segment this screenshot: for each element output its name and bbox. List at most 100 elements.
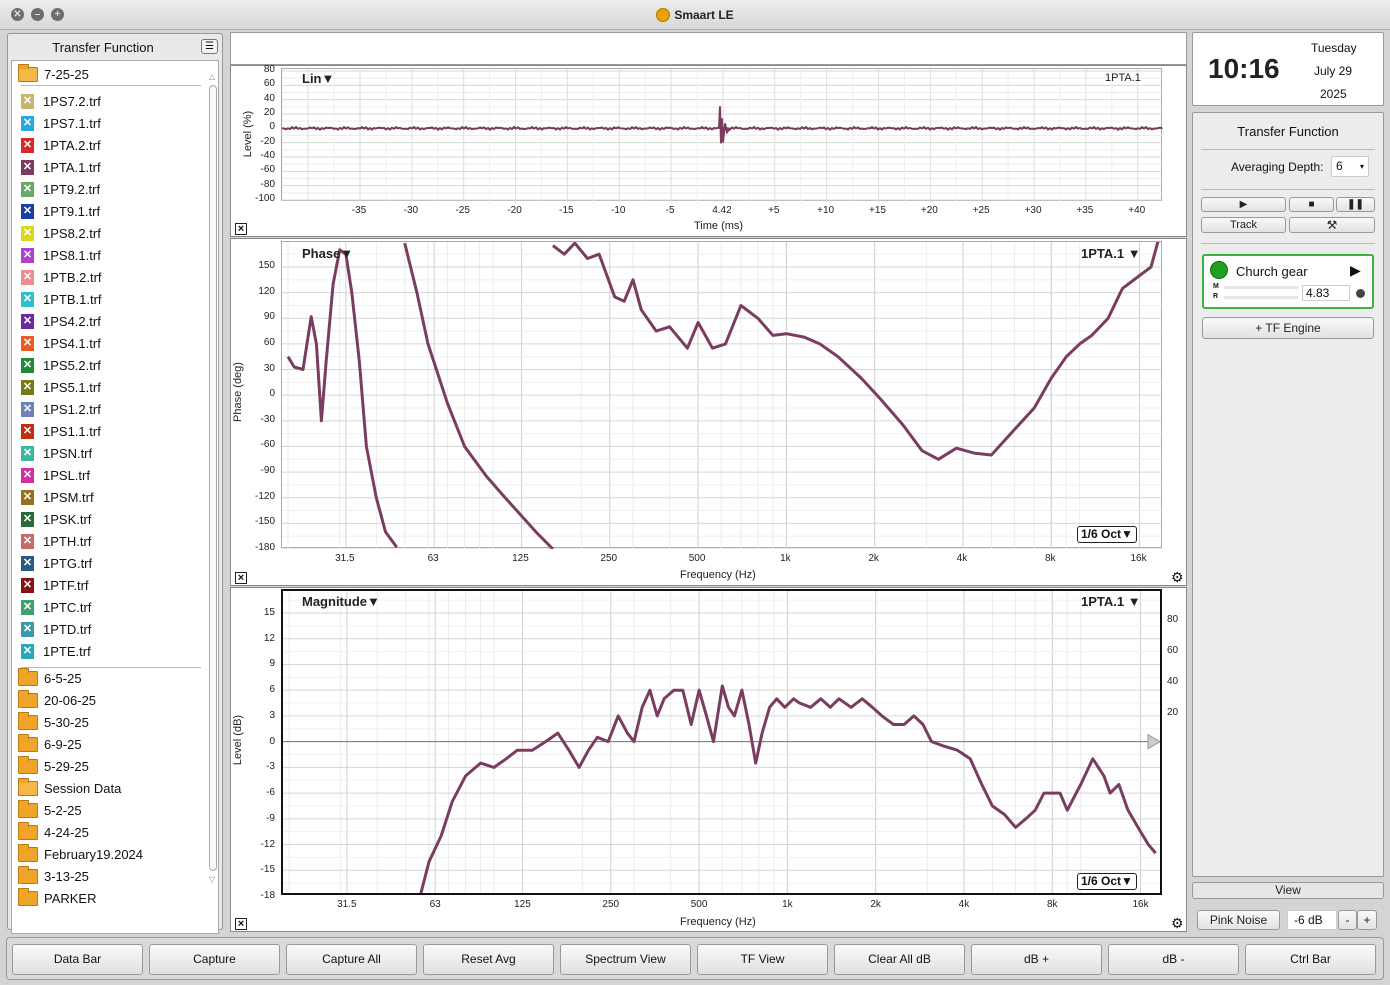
magnitude-plot-area[interactable]: [281, 586, 1162, 897]
file-item[interactable]: ✕ 1PTF.trf: [12, 574, 208, 596]
file-item[interactable]: ✕ 1PS7.2.trf: [12, 90, 208, 112]
data-bar-button[interactable]: Data Bar: [12, 944, 143, 975]
file-list[interactable]: 7-25-25 △ ▽ ✕ 1PS7.2.trf ✕ 1PS7.1.trf ✕ 1PTA.…: [11, 60, 219, 934]
ctrl-bar-button[interactable]: Ctrl Bar: [1245, 944, 1376, 975]
phase-scale-selector[interactable]: Phase▼: [302, 246, 353, 261]
file-item[interactable]: ✕ 1PS8.1.trf: [12, 244, 208, 266]
play-engine-icon[interactable]: ▶: [1350, 262, 1361, 279]
file-item[interactable]: ✕ 1PS7.1.trf: [12, 112, 208, 134]
file-item[interactable]: ✕ 1PSN.trf: [12, 442, 208, 464]
file-item[interactable]: ✕ 1PS5.1.trf: [12, 376, 208, 398]
pink-noise-button[interactable]: Pink Noise: [1197, 910, 1280, 930]
phase-graph[interactable]: Phase▼ 1PTA.1 ▼ 1/6 Oct▼ Phase (deg) Fre…: [230, 238, 1187, 586]
file-item[interactable]: ✕ 1PTB.2.trf: [12, 266, 208, 288]
file-item[interactable]: ✕ 1PS4.1.trf: [12, 332, 208, 354]
file-item[interactable]: ✕ 1PT9.2.trf: [12, 178, 208, 200]
impulse-plot-area[interactable]: [255, 68, 1268, 202]
impulse-response-graph[interactable]: Lin▼ 1PTA.1 Level (%) Time (ms) 80 60 40 20…: [230, 64, 1268, 237]
phase-plot-area[interactable]: [281, 240, 1169, 551]
folder-item[interactable]: 20-06-25: [12, 689, 208, 711]
spectrum-view-button[interactable]: Spectrum View: [560, 944, 691, 975]
folder-item[interactable]: PARKER: [12, 887, 208, 909]
play-button[interactable]: ▶: [1201, 197, 1286, 212]
file-item[interactable]: ✕ 1PTE.trf: [12, 640, 208, 662]
phase-settings-gear-icon[interactable]: ⚙: [1171, 569, 1184, 586]
meter-r-label: R: [1213, 293, 1219, 300]
file-item[interactable]: ✕ 1PT9.1.trf: [12, 200, 208, 222]
close-phase-pane-icon[interactable]: ×: [235, 572, 247, 584]
file-item[interactable]: ✕ 1PTA.2.trf: [12, 134, 208, 156]
axis-tick-label: 15: [263, 607, 275, 618]
folder-item[interactable]: February19.2024: [12, 843, 208, 865]
noise-level-field[interactable]: -6 dB: [1287, 910, 1337, 930]
current-folder[interactable]: 7-25-25: [12, 63, 208, 85]
clear-all-db-button[interactable]: Clear All dB: [834, 944, 965, 975]
view-button[interactable]: View: [1192, 882, 1384, 899]
magnitude-settings-gear-icon[interactable]: ⚙: [1171, 915, 1184, 932]
file-item[interactable]: ✕ 1PSK.trf: [12, 508, 208, 530]
file-item[interactable]: ✕ 1PTG.trf: [12, 552, 208, 574]
file-item[interactable]: ✕ 1PSM.trf: [12, 486, 208, 508]
db-button[interactable]: dB -: [1108, 944, 1239, 975]
file-item[interactable]: ✕ 1PTC.trf: [12, 596, 208, 618]
file-item[interactable]: ✕ 1PTB.1.trf: [12, 288, 208, 310]
tf-file-icon: ✕: [21, 533, 34, 549]
file-item[interactable]: ✕ 1PS1.2.trf: [12, 398, 208, 420]
close-magnitude-pane-icon[interactable]: ×: [235, 918, 247, 930]
folder-item[interactable]: 5-29-25: [12, 755, 208, 777]
file-item[interactable]: ✕ 1PS8.2.trf: [12, 222, 208, 244]
file-item[interactable]: ✕ 1PSL.trf: [12, 464, 208, 486]
file-item[interactable]: ✕ 1PTA.1.trf: [12, 156, 208, 178]
folder-item[interactable]: 6-9-25: [12, 733, 208, 755]
file-item[interactable]: ✕ 1PTD.trf: [12, 618, 208, 640]
pause-button[interactable]: ❚❚: [1336, 197, 1375, 212]
close-impulse-pane-icon[interactable]: ×: [235, 223, 247, 235]
averaging-depth-select[interactable]: 6 ▾: [1331, 156, 1369, 177]
tools-icon[interactable]: ⚒: [1289, 217, 1375, 233]
file-item[interactable]: ✕ 1PTH.trf: [12, 530, 208, 552]
axis-tick-label: +15: [869, 205, 886, 216]
control-panel: Transfer Function Averaging Depth: 6 ▾ ▶ …: [1192, 112, 1384, 877]
file-item[interactable]: ✕ 1PS1.1.trf: [12, 420, 208, 442]
file-list-scrollbar[interactable]: △ ▽: [208, 72, 218, 884]
folder-item[interactable]: 3-13-25: [12, 865, 208, 887]
sidebar-menu-icon[interactable]: ☰: [201, 39, 218, 54]
tf-engine-card[interactable]: Church gear ▶ M R 4.83: [1202, 254, 1374, 309]
folder-item[interactable]: 5-30-25: [12, 711, 208, 733]
phase-svg: [282, 240, 1169, 551]
scrollbar-thumb[interactable]: [209, 85, 217, 871]
file-item[interactable]: ✕ 1PS4.2.trf: [12, 310, 208, 332]
reset-avg-button[interactable]: Reset Avg: [423, 944, 554, 975]
folder-item[interactable]: Session Data: [12, 777, 208, 799]
add-tf-engine-button[interactable]: + TF Engine: [1202, 317, 1374, 339]
file-name: 1PS4.2.trf: [43, 313, 101, 329]
stop-button[interactable]: ■: [1289, 197, 1334, 212]
impulse-scale-selector[interactable]: Lin▼: [302, 71, 334, 86]
folder-item[interactable]: 4-24-25: [12, 821, 208, 843]
delay-value-field[interactable]: 4.83: [1302, 285, 1350, 301]
tf-view-button[interactable]: TF View: [697, 944, 828, 975]
file-item[interactable]: ✕ 1PS5.2.trf: [12, 354, 208, 376]
axis-tick-label: -150: [254, 516, 275, 528]
phase-smoothing-selector[interactable]: 1/6 Oct▼: [1077, 526, 1137, 543]
axis-tick-label: -6: [266, 787, 275, 799]
magnitude-graph[interactable]: Magnitude▼ 1PTA.1 ▼ 1/6 Oct▼ Level (dB) …: [230, 586, 1187, 932]
scroll-up-icon[interactable]: △: [209, 72, 215, 81]
capture-button[interactable]: Capture: [149, 944, 280, 975]
track-button[interactable]: Track: [1201, 217, 1286, 233]
record-dot-icon[interactable]: [1356, 289, 1365, 298]
folder-item[interactable]: 5-2-25: [12, 799, 208, 821]
impulse-peak: [718, 106, 731, 144]
capture-all-button[interactable]: Capture All: [286, 944, 417, 975]
db-button[interactable]: dB +: [971, 944, 1102, 975]
magnitude-smoothing-selector[interactable]: 1/6 Oct▼: [1077, 873, 1137, 890]
noise-decrease-button[interactable]: -: [1338, 910, 1357, 930]
engine-status-indicator[interactable]: [1210, 261, 1228, 279]
noise-increase-button[interactable]: +: [1357, 910, 1377, 930]
phase-trace-selector[interactable]: 1PTA.1 ▼: [1081, 246, 1141, 261]
magnitude-scale-selector[interactable]: Magnitude▼: [302, 594, 380, 609]
scroll-down-icon[interactable]: ▽: [209, 875, 215, 884]
folder-item[interactable]: 6-5-25: [12, 667, 208, 689]
folder-name: 20-06-25: [44, 692, 97, 708]
magnitude-trace-selector[interactable]: 1PTA.1 ▼: [1081, 594, 1141, 609]
